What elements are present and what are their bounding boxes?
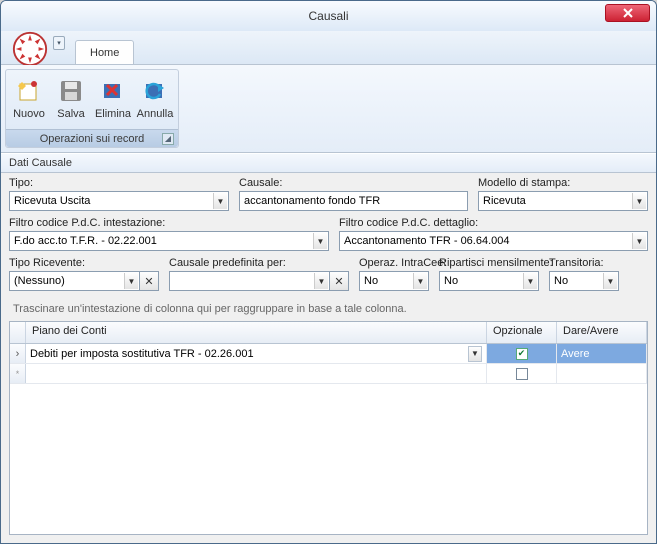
chevron-down-icon[interactable]: ▼ bbox=[468, 346, 482, 362]
label-transitoria: Transitoria: bbox=[549, 257, 619, 269]
ribbon-group-record-ops: Nuovo Salva Elimina Annulla Operazioni s… bbox=[5, 69, 179, 148]
label-tipo: Tipo: bbox=[9, 177, 229, 189]
ribbon: Nuovo Salva Elimina Annulla Operazioni s… bbox=[1, 65, 656, 153]
causale-input[interactable]: accantonamento fondo TFR bbox=[239, 191, 468, 211]
causale-predefinita-combo[interactable]: ▼ bbox=[169, 271, 330, 291]
tab-home[interactable]: Home bbox=[75, 40, 134, 64]
app-logo-icon bbox=[11, 30, 49, 68]
ribbon-group-title: Operazioni sui record ◢ bbox=[6, 129, 178, 147]
label-causale-predefinita: Causale predefinita per: bbox=[169, 257, 349, 269]
clear-causale-predefinita-button[interactable]: ✕ bbox=[329, 271, 349, 291]
checkbox-icon[interactable]: ✔ bbox=[516, 368, 528, 380]
piano-conti-grid[interactable]: Piano dei Conti Opzionale Dare/Avere › D… bbox=[9, 321, 648, 535]
modello-combo[interactable]: Ricevuta▼ bbox=[478, 191, 648, 211]
save-label: Salva bbox=[57, 108, 85, 120]
ripartisci-combo[interactable]: No▼ bbox=[439, 271, 539, 291]
cell-dare-avere[interactable] bbox=[557, 364, 647, 383]
new-label: Nuovo bbox=[13, 108, 45, 120]
intracee-combo[interactable]: No▼ bbox=[359, 271, 429, 291]
new-button[interactable]: Nuovo bbox=[8, 74, 50, 125]
filtro-intestazione-combo[interactable]: F.do acc.to T.F.R. - 02.22.001▼ bbox=[9, 231, 329, 251]
save-button[interactable]: Salva bbox=[50, 74, 92, 125]
label-intracee: Operaz. IntraCee: bbox=[359, 257, 429, 269]
chevron-down-icon[interactable]: ▼ bbox=[124, 273, 138, 289]
chevron-down-icon[interactable]: ▼ bbox=[632, 233, 646, 249]
quick-access-dropdown[interactable]: ▾ bbox=[53, 36, 65, 50]
app-window: Causali ▾ Home Nuovo Salva bbox=[0, 0, 657, 544]
tab-home-label: Home bbox=[90, 47, 119, 59]
chevron-down-icon[interactable]: ▼ bbox=[413, 273, 427, 289]
cell-piano[interactable] bbox=[26, 364, 487, 383]
chevron-down-icon[interactable]: ▼ bbox=[523, 273, 537, 289]
grid-header: Piano dei Conti Opzionale Dare/Avere bbox=[10, 322, 647, 344]
cell-piano[interactable]: Debiti per imposta sostitutiva TFR - 02.… bbox=[26, 344, 487, 363]
row-selector-header bbox=[10, 322, 26, 343]
cell-dare-avere[interactable]: Avere bbox=[557, 344, 647, 363]
chevron-down-icon[interactable]: ▼ bbox=[313, 233, 327, 249]
save-icon bbox=[56, 76, 86, 106]
label-filtro-intestazione: Filtro codice P.d.C. intestazione: bbox=[9, 217, 329, 229]
label-ripartisci: Ripartisci mensilmente: bbox=[439, 257, 539, 269]
titlebar: Causali bbox=[1, 1, 656, 31]
cell-opzionale[interactable]: ✔ bbox=[487, 364, 557, 383]
undo-icon bbox=[140, 76, 170, 106]
row-indicator-icon: › bbox=[10, 344, 26, 363]
new-icon bbox=[14, 76, 44, 106]
table-row[interactable]: * ✔ bbox=[10, 364, 647, 384]
dialog-launcher[interactable]: ◢ bbox=[162, 133, 174, 145]
delete-label: Elimina bbox=[95, 108, 131, 120]
window-title: Causali bbox=[308, 9, 348, 23]
chevron-down-icon[interactable]: ▼ bbox=[213, 193, 227, 209]
cell-opzionale[interactable]: ✔ bbox=[487, 344, 557, 363]
close-icon bbox=[623, 8, 633, 18]
tipo-ricevente-combo[interactable]: (Nessuno)▼ bbox=[9, 271, 140, 291]
col-dare-avere[interactable]: Dare/Avere bbox=[557, 322, 647, 343]
group-by-hint[interactable]: Trascinare un'intestazione di colonna qu… bbox=[9, 293, 648, 321]
chevron-down-icon[interactable]: ▼ bbox=[632, 193, 646, 209]
undo-button[interactable]: Annulla bbox=[134, 74, 176, 125]
delete-button[interactable]: Elimina bbox=[92, 74, 134, 125]
col-piano-conti[interactable]: Piano dei Conti bbox=[26, 322, 487, 343]
chevron-down-icon[interactable]: ▼ bbox=[314, 273, 328, 289]
label-filtro-dettaglio: Filtro codice P.d.C. dettaglio: bbox=[339, 217, 648, 229]
undo-label: Annulla bbox=[137, 108, 174, 120]
chevron-down-icon[interactable]: ▼ bbox=[603, 273, 617, 289]
close-button[interactable] bbox=[605, 4, 650, 22]
section-dati-causale: Dati Causale bbox=[1, 153, 656, 173]
delete-icon bbox=[98, 76, 128, 106]
label-modello: Modello di stampa: bbox=[478, 177, 648, 189]
transitoria-combo[interactable]: No▼ bbox=[549, 271, 619, 291]
clear-tipo-ricevente-button[interactable]: ✕ bbox=[139, 271, 159, 291]
tipo-combo[interactable]: Ricevuta Uscita▼ bbox=[9, 191, 229, 211]
label-tipo-ricevente: Tipo Ricevente: bbox=[9, 257, 159, 269]
filtro-dettaglio-combo[interactable]: Accantonamento TFR - 06.64.004▼ bbox=[339, 231, 648, 251]
table-row[interactable]: › Debiti per imposta sostitutiva TFR - 0… bbox=[10, 344, 647, 364]
col-opzionale[interactable]: Opzionale bbox=[487, 322, 557, 343]
new-row-indicator-icon: * bbox=[10, 364, 26, 383]
form-area: Tipo: Ricevuta Uscita▼ Causale: accanton… bbox=[1, 173, 656, 543]
label-causale: Causale: bbox=[239, 177, 468, 189]
app-header: ▾ Home bbox=[1, 31, 656, 65]
checkbox-icon[interactable]: ✔ bbox=[516, 348, 528, 360]
